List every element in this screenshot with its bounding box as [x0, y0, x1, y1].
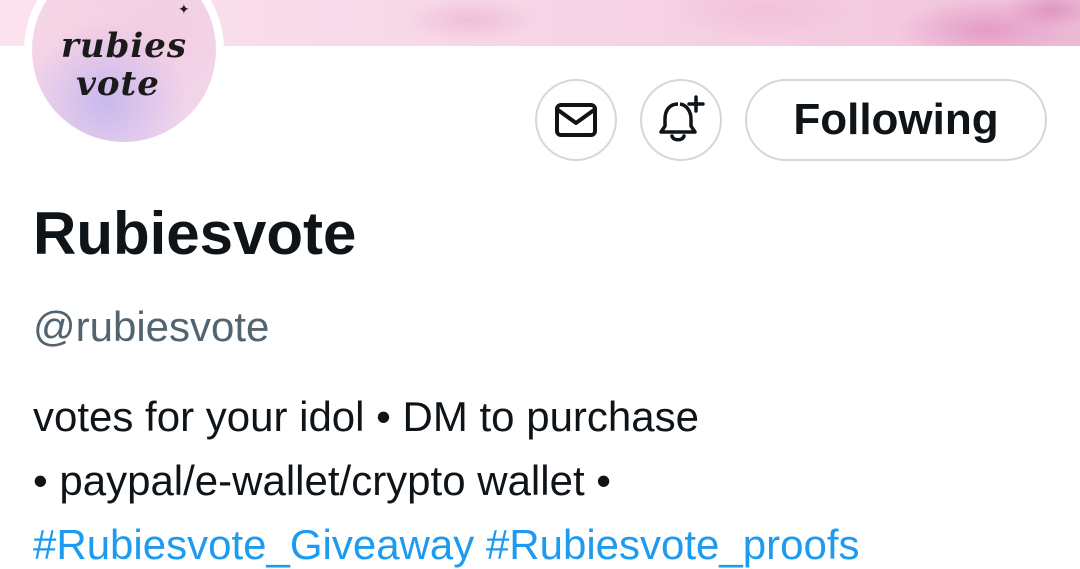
- envelope-icon: [555, 103, 597, 137]
- bio-line: votes for your idol • DM to purchase: [33, 393, 699, 440]
- avatar-logo-line2: vote: [76, 64, 160, 104]
- message-button[interactable]: [535, 79, 617, 161]
- avatar-frame: ✦ rubies vote: [24, 0, 224, 150]
- profile-header: ✦ rubies vote Following Rubiesvote @rubi…: [0, 0, 1080, 569]
- hashtag-link[interactable]: #Rubiesvote_Giveaway: [33, 521, 474, 568]
- sparkle-icon: ✦: [178, 1, 190, 17]
- avatar-logo-line1: rubies: [60, 26, 188, 66]
- notifications-button[interactable]: [640, 79, 722, 161]
- avatar[interactable]: ✦ rubies vote: [32, 0, 216, 142]
- bio-hashtags: #Rubiesvote_Giveaway #Rubiesvote_proofs: [33, 521, 860, 569]
- following-button[interactable]: Following: [745, 79, 1047, 161]
- hashtag-link[interactable]: #Rubiesvote_proofs: [486, 521, 860, 568]
- user-handle: @rubiesvote: [33, 303, 270, 350]
- display-name: Rubiesvote: [33, 200, 357, 267]
- bio-line: • paypal/e-wallet/crypto wallet •: [33, 457, 611, 504]
- bell-plus-icon: [659, 95, 705, 142]
